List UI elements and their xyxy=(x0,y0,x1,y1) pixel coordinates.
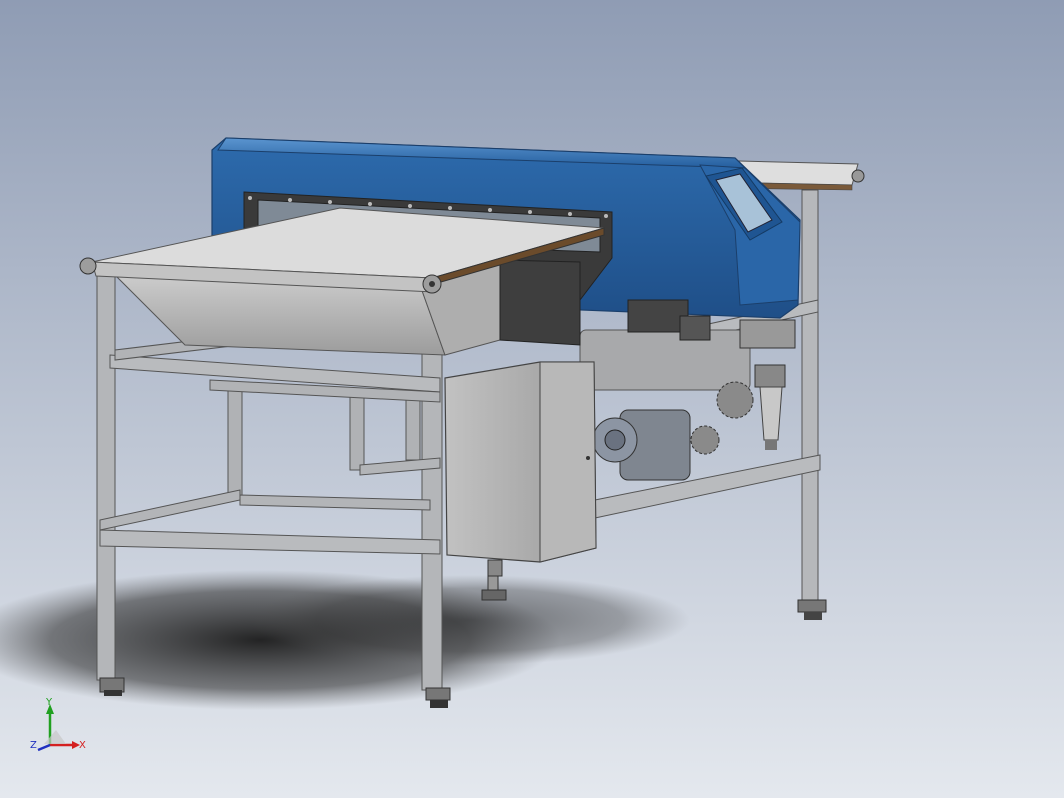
y-axis-label: Y xyxy=(45,697,53,708)
sprocket-small[interactable] xyxy=(690,425,720,455)
roller-shaft xyxy=(579,329,751,391)
floor-shadow-2 xyxy=(250,575,690,665)
x-axis-label: X xyxy=(79,740,86,751)
z-axis-label: Z xyxy=(30,740,37,751)
3d-viewport[interactable]: Y X Z xyxy=(0,0,1064,798)
belt-roller-left xyxy=(79,257,97,275)
cad-model-view[interactable]: Y X Z xyxy=(0,0,1064,798)
sprocket-large[interactable] xyxy=(716,381,754,419)
